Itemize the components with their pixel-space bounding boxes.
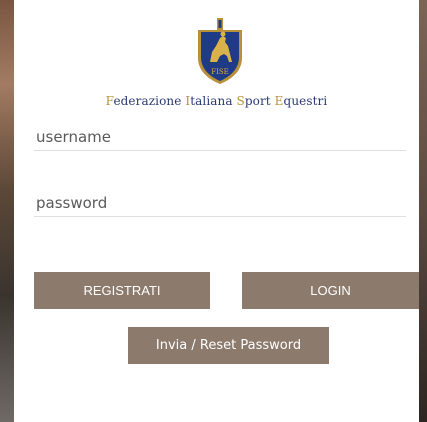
background-left [0,0,14,422]
login-button[interactable]: LOGIN [242,272,419,309]
reset-password-button[interactable]: Invia / Reset Password [128,327,329,364]
login-card: FISE Federazione Italiana Sport Equestri… [14,0,419,422]
password-input[interactable] [34,189,406,217]
logo-text: FISE [211,68,229,76]
fise-horse-shield-icon: FISE [198,18,242,84]
register-button[interactable]: REGISTRATI [34,272,210,309]
organization-name: Federazione Italiana Sport Equestri [105,94,328,108]
username-input[interactable] [34,123,406,151]
